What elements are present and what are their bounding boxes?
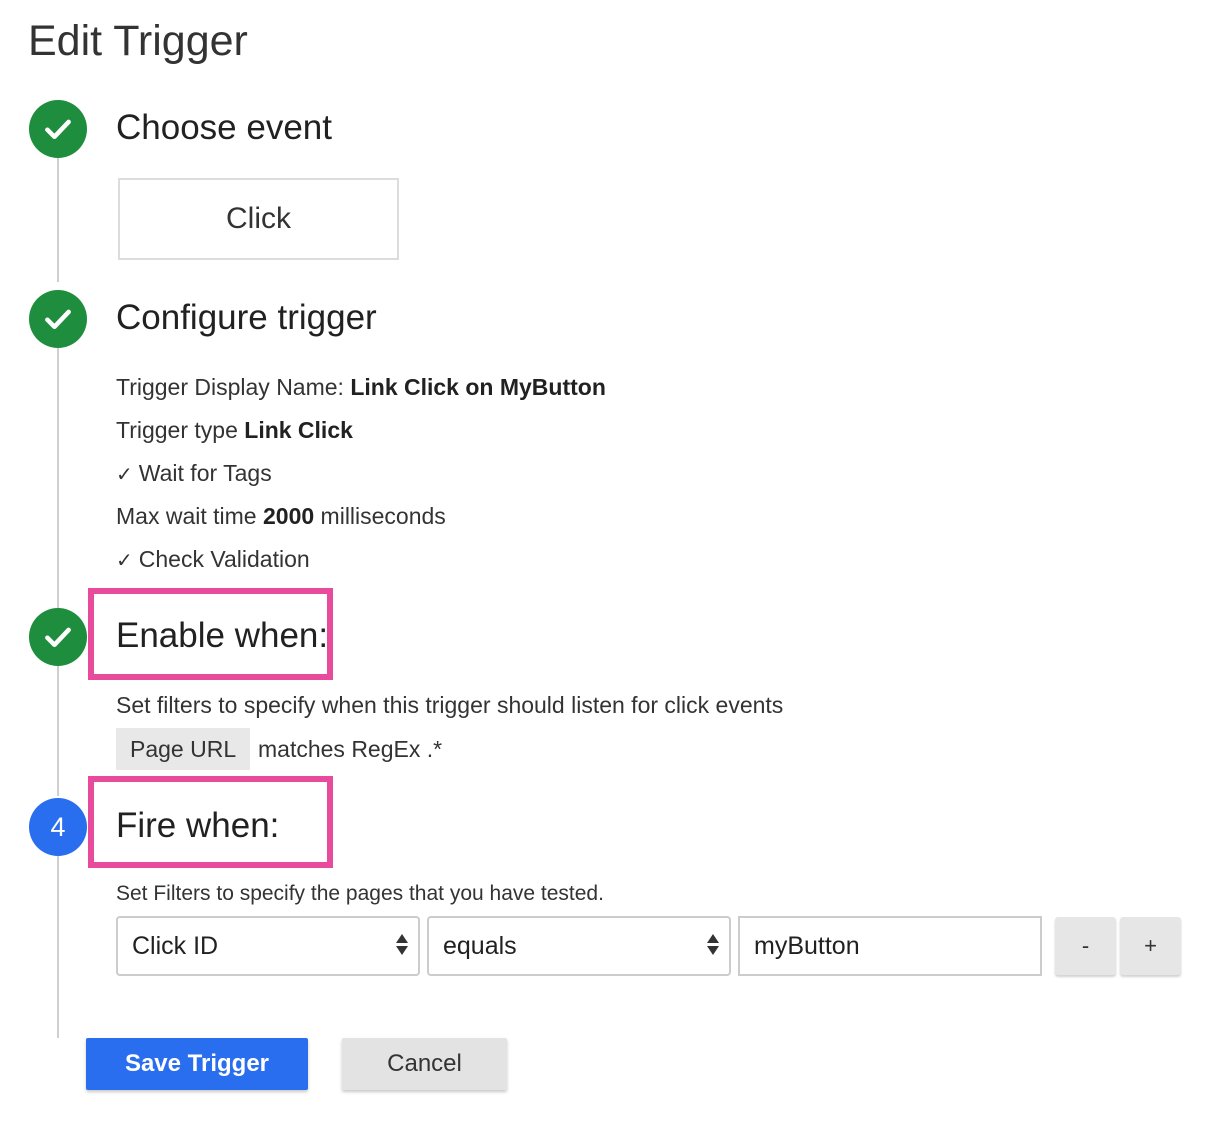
- max-wait-unit: milliseconds: [320, 503, 446, 529]
- checkmark-icon: ✓: [116, 550, 133, 572]
- enable-when-description: Set filters to specify when this trigger…: [116, 692, 784, 718]
- variable-select-value: Click ID: [132, 931, 219, 960]
- check-validation-option: ✓ Check Validation: [116, 544, 310, 576]
- wait-for-tags-option: ✓ Wait for Tags: [116, 458, 272, 490]
- wait-for-tags-label: Wait for Tags: [138, 460, 272, 486]
- add-filter-button[interactable]: +: [1120, 917, 1181, 975]
- step-title-fire-when[interactable]: Fire when:: [116, 804, 279, 848]
- step-3-complete-icon: [29, 608, 87, 666]
- step-title-enable-when[interactable]: Enable when:: [116, 614, 328, 658]
- display-name-value: Link Click on MyButton: [350, 374, 606, 400]
- max-wait-label: Max wait time: [116, 503, 257, 529]
- max-wait-time: Max wait time 2000 milliseconds: [116, 501, 446, 531]
- step-4-number-badge: 4: [29, 798, 87, 856]
- variable-select[interactable]: Click ID: [116, 916, 420, 976]
- filter-value-text: myButton: [754, 931, 860, 960]
- cancel-button[interactable]: Cancel: [342, 1038, 507, 1090]
- fire-when-description: Set Filters to specify the pages that yo…: [116, 882, 604, 905]
- timeline-connector: [57, 158, 59, 282]
- timeline-connector: [57, 666, 59, 796]
- filter-value-input[interactable]: myButton: [738, 916, 1042, 976]
- operator-select-value: equals: [443, 931, 517, 960]
- save-trigger-button[interactable]: Save Trigger: [86, 1038, 308, 1090]
- checkmark-icon: ✓: [116, 464, 133, 486]
- check-icon: [45, 309, 71, 330]
- step-1-complete-icon: [29, 100, 87, 158]
- event-type-card[interactable]: Click: [118, 178, 399, 260]
- trigger-display-name: Trigger Display Name: Link Click on MyBu…: [116, 372, 606, 402]
- display-name-label: Trigger Display Name:: [116, 374, 344, 400]
- remove-filter-button[interactable]: -: [1055, 917, 1116, 975]
- check-validation-label: Check Validation: [138, 546, 310, 572]
- step-title-choose-event[interactable]: Choose event: [116, 106, 332, 150]
- max-wait-value: 2000: [262, 503, 315, 529]
- trigger-type-value: Link Click: [244, 417, 353, 443]
- filter-condition-text: matches RegEx .*: [258, 736, 443, 762]
- check-icon: [45, 119, 71, 140]
- step-2-complete-icon: [29, 290, 87, 348]
- select-arrows-icon: [396, 934, 408, 955]
- step-title-configure-trigger[interactable]: Configure trigger: [116, 296, 377, 340]
- filter-variable-chip[interactable]: Page URL: [116, 728, 251, 770]
- select-arrows-icon: [707, 934, 719, 955]
- operator-select[interactable]: equals: [427, 916, 731, 976]
- page-title: Edit Trigger: [28, 17, 248, 65]
- trigger-type-label: Trigger type: [116, 417, 238, 443]
- timeline-connector: [57, 348, 59, 610]
- timeline-connector: [57, 856, 59, 1038]
- trigger-type: Trigger type Link Click: [116, 415, 353, 445]
- check-icon: [45, 627, 71, 648]
